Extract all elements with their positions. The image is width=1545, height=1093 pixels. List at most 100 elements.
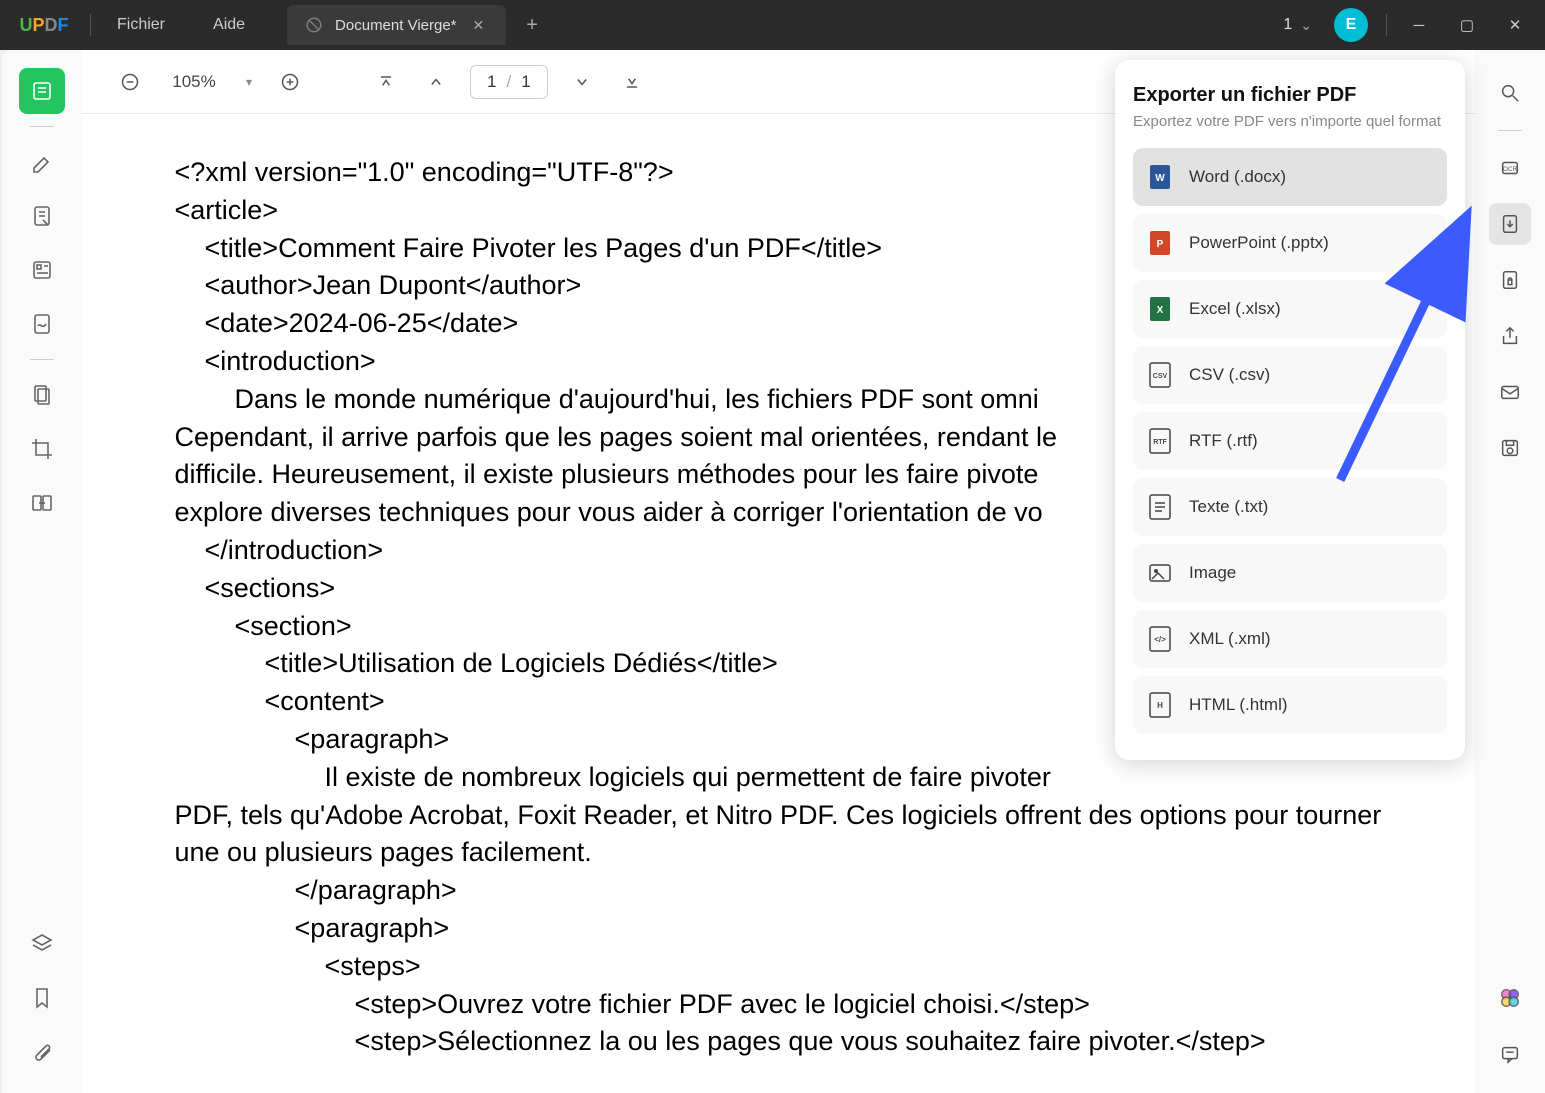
- separator: [30, 359, 54, 360]
- export-option[interactable]: H HTML (.html): [1133, 676, 1447, 734]
- window-maximize-button[interactable]: ▢: [1445, 3, 1489, 47]
- export-option-label: PowerPoint (.pptx): [1189, 233, 1329, 253]
- ocr-button[interactable]: OCR: [1489, 147, 1531, 189]
- export-option-label: Texte (.txt): [1189, 497, 1268, 517]
- export-option[interactable]: X Excel (.xlsx): [1133, 280, 1447, 338]
- tab-title: Document Vierge*: [335, 17, 456, 34]
- tool-attachment[interactable]: [19, 1029, 65, 1075]
- search-button[interactable]: [1489, 72, 1531, 114]
- blank-doc-icon: [305, 16, 323, 34]
- separator: [90, 14, 91, 36]
- export-option-label: XML (.xml): [1189, 629, 1271, 649]
- file-type-icon: [1147, 494, 1173, 520]
- save-button[interactable]: [1489, 427, 1531, 469]
- zoom-in-button[interactable]: [274, 66, 306, 98]
- file-type-icon: W: [1147, 164, 1173, 190]
- tool-organize[interactable]: [19, 372, 65, 418]
- doc-line[interactable]: </paragraph>: [175, 872, 1383, 910]
- export-option-label: Excel (.xlsx): [1189, 299, 1281, 319]
- export-option[interactable]: W Word (.docx): [1133, 148, 1447, 206]
- share-button[interactable]: [1489, 315, 1531, 357]
- user-avatar[interactable]: E: [1334, 8, 1368, 42]
- tool-sign[interactable]: [19, 301, 65, 347]
- zoom-value: 105%: [164, 72, 224, 92]
- protect-button[interactable]: [1489, 259, 1531, 301]
- file-type-icon: RTF: [1147, 428, 1173, 454]
- window-minimize-button[interactable]: ─: [1397, 3, 1441, 47]
- export-option[interactable]: RTF RTF (.rtf): [1133, 412, 1447, 470]
- tab-count[interactable]: 1: [1279, 16, 1296, 34]
- doc-line[interactable]: <step>Sélectionnez la ou les pages que v…: [175, 1023, 1383, 1061]
- window-close-button[interactable]: ✕: [1493, 3, 1537, 47]
- menu-file[interactable]: Fichier: [93, 16, 189, 34]
- doc-line[interactable]: <steps>: [175, 948, 1383, 986]
- tool-layers[interactable]: [19, 921, 65, 967]
- export-option-label: CSV (.csv): [1189, 365, 1270, 385]
- comment-button[interactable]: [1489, 1033, 1531, 1075]
- tool-edit[interactable]: [19, 193, 65, 239]
- tab-close-icon[interactable]: ✕: [469, 15, 489, 36]
- page-current: 1: [487, 72, 496, 92]
- page-last-button[interactable]: [616, 66, 648, 98]
- export-option[interactable]: Texte (.txt): [1133, 478, 1447, 536]
- page-first-button[interactable]: [370, 66, 402, 98]
- svg-text:P: P: [1157, 239, 1164, 250]
- svg-text:X: X: [1157, 305, 1164, 316]
- export-panel: Exporter un fichier PDF Exportez votre P…: [1115, 60, 1465, 760]
- chevron-down-icon[interactable]: ⌄: [1300, 17, 1322, 34]
- document-tab[interactable]: Document Vierge* ✕: [287, 5, 506, 45]
- separator: [1386, 14, 1387, 36]
- doc-line[interactable]: <step>Ouvrez votre fichier PDF avec le l…: [175, 986, 1383, 1024]
- tool-crop[interactable]: [19, 426, 65, 472]
- page-separator: /: [507, 72, 512, 92]
- page-total: 1: [521, 72, 530, 92]
- export-option-label: HTML (.html): [1189, 695, 1288, 715]
- tool-reader[interactable]: [19, 68, 65, 114]
- tool-compare[interactable]: [19, 480, 65, 526]
- export-option[interactable]: Image: [1133, 544, 1447, 602]
- export-option[interactable]: </> XML (.xml): [1133, 610, 1447, 668]
- file-type-icon: X: [1147, 296, 1173, 322]
- export-button[interactable]: [1489, 203, 1531, 245]
- export-option-label: RTF (.rtf): [1189, 431, 1258, 451]
- page-prev-button[interactable]: [420, 66, 452, 98]
- svg-text:OCR: OCR: [1503, 166, 1518, 173]
- svg-text:</>: </>: [1154, 635, 1166, 644]
- tool-form[interactable]: [19, 247, 65, 293]
- export-title: Exporter un fichier PDF: [1133, 84, 1447, 107]
- export-option-label: Word (.docx): [1189, 167, 1286, 187]
- export-option[interactable]: P PowerPoint (.pptx): [1133, 214, 1447, 272]
- zoom-out-button[interactable]: [114, 66, 146, 98]
- sidebar-right: OCR: [1475, 50, 1545, 1093]
- file-type-icon: [1147, 560, 1173, 586]
- zoom-dropdown[interactable]: ▾: [242, 71, 256, 93]
- svg-text:W: W: [1155, 173, 1165, 184]
- email-button[interactable]: [1489, 371, 1531, 413]
- tool-bookmark[interactable]: [19, 975, 65, 1021]
- tab-add-button[interactable]: +: [518, 10, 546, 41]
- export-option-label: Image: [1189, 563, 1236, 583]
- doc-line[interactable]: <paragraph>: [175, 910, 1383, 948]
- separator: [30, 126, 54, 127]
- export-option[interactable]: CSV CSV (.csv): [1133, 346, 1447, 404]
- doc-line[interactable]: Il existe de nombreux logiciels qui perm…: [175, 759, 1383, 797]
- main-container: 105% ▾ 1 / 1: [2, 50, 1545, 1093]
- page-next-button[interactable]: [566, 66, 598, 98]
- menu-help[interactable]: Aide: [189, 16, 269, 34]
- doc-line[interactable]: PDF, tels qu'Adobe Acrobat, Foxit Reader…: [175, 797, 1383, 873]
- file-type-icon: </>: [1147, 626, 1173, 652]
- titlebar: UPDF Fichier Aide Document Vierge* ✕ + 1…: [0, 0, 1545, 50]
- file-type-icon: CSV: [1147, 362, 1173, 388]
- content-area: 105% ▾ 1 / 1: [82, 50, 1475, 1093]
- export-subtitle: Exportez votre PDF vers n'importe quel f…: [1133, 113, 1447, 130]
- ai-assistant-button[interactable]: [1489, 977, 1531, 1019]
- svg-text:RTF: RTF: [1153, 439, 1167, 446]
- app-logo: UPDF: [0, 15, 88, 36]
- file-type-icon: H: [1147, 692, 1173, 718]
- tool-highlight[interactable]: [19, 139, 65, 185]
- separator: [1498, 130, 1522, 131]
- sidebar-left: [2, 50, 82, 1093]
- file-type-icon: P: [1147, 230, 1173, 256]
- page-indicator[interactable]: 1 / 1: [470, 65, 548, 99]
- svg-text:CSV: CSV: [1153, 373, 1168, 380]
